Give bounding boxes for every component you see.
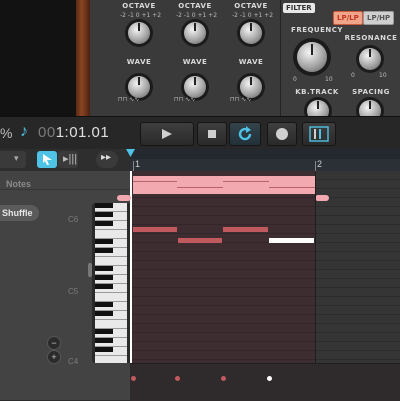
fast-forward-icon: ▸▸ — [101, 152, 112, 163]
octave-scale-1: -2 -1 0 +1 +2 — [120, 12, 162, 19]
loop-button[interactable] — [229, 122, 261, 146]
note[interactable] — [133, 227, 177, 232]
resonance-label: RESONANCE — [344, 34, 398, 42]
kbtrack-knob[interactable] — [307, 100, 329, 116]
ruler-top-strip — [130, 149, 400, 159]
playhead-icon[interactable] — [126, 149, 136, 158]
frequency-knob[interactable] — [297, 42, 327, 72]
wave-label-1: WAVE — [126, 58, 152, 66]
notes-label: Notes — [6, 179, 32, 189]
kbtrack-label: KB.TRACK — [295, 88, 339, 96]
black-keys — [95, 203, 113, 363]
piano-keyboard[interactable] — [88, 203, 130, 363]
frequency-scale-max: 10 — [325, 76, 333, 83]
split-icon: ▸||| — [63, 153, 78, 165]
note[interactable] — [223, 227, 268, 232]
key-label-c6: C6 — [68, 215, 79, 224]
wave-shapes-3: ⊓⊓ ∿∿ — [230, 96, 252, 103]
octave-scale-3: -2 -1 0 +1 +2 — [232, 12, 274, 19]
wave-label-2: WAVE — [182, 58, 208, 66]
octave-label-2: OCTAVE — [178, 2, 212, 10]
oscillator-section: OCTAVE -2 -1 0 +1 +2 WAVE ⊓⊓ ∿∿ OCTAVE -… — [90, 0, 280, 116]
position-display[interactable]: 001:01.01 — [38, 124, 109, 141]
velocity-dot[interactable] — [221, 376, 226, 381]
key-label-c4: C4 — [68, 357, 79, 366]
octave-label-3: OCTAVE — [234, 2, 268, 10]
zoom-out-button[interactable]: − — [47, 336, 61, 350]
frequency-scale-min: 0 — [293, 76, 297, 83]
piano-roll-left-panel: Notes Shuffle C6 C5 C4 − + — [0, 171, 130, 400]
eighth-note-icon[interactable]: ♪ — [20, 123, 28, 141]
velocity-lane[interactable] — [130, 363, 400, 401]
percent-suffix: % — [0, 125, 13, 141]
wave-knob-2[interactable] — [184, 76, 206, 98]
wave-label-3: WAVE — [238, 58, 264, 66]
spacing-label: SPACING — [352, 88, 390, 96]
transport-bar: % ♪ 001:01.01 — [0, 116, 400, 150]
ruler-mark-2: 2 — [317, 159, 323, 169]
velocity-dot[interactable] — [175, 376, 180, 381]
octave-label-1: OCTAVE — [122, 2, 156, 10]
clip-mini-note — [133, 181, 177, 182]
octave-scale-2: -2 -1 0 +1 +2 — [176, 12, 218, 19]
loop-icon — [238, 126, 252, 141]
wave-shapes-1: ⊓⊓ ∿∿ — [118, 96, 140, 103]
plugin-background — [0, 0, 76, 116]
play-icon — [162, 129, 172, 139]
position-dim-digits: 00 — [38, 124, 56, 141]
frequency-label: FREQUENCY — [291, 26, 343, 34]
velocity-dot[interactable] — [131, 376, 136, 381]
wave-knob-3[interactable] — [240, 76, 262, 98]
wood-side-panel — [76, 0, 90, 116]
record-icon — [276, 128, 288, 140]
record-button[interactable] — [267, 122, 297, 146]
keyboard-scroll-handle[interactable] — [88, 263, 92, 277]
bar-tick-1 — [133, 161, 134, 171]
clip-header[interactable] — [133, 176, 315, 194]
timeline-ruler[interactable]: 1 2 — [126, 149, 400, 171]
play-button[interactable] — [140, 122, 194, 146]
octave-knob-1[interactable] — [128, 22, 150, 44]
clip-mini-note — [223, 181, 269, 182]
clip-mini-note — [269, 187, 315, 188]
pointer-icon — [43, 154, 52, 165]
dropdown-button[interactable]: ▾ — [0, 151, 26, 168]
pointer-tool[interactable] — [37, 151, 57, 168]
filter-mode-lplp-button[interactable]: LP/LP — [333, 11, 363, 25]
resonance-knob[interactable] — [359, 48, 381, 70]
key-label-c5: C5 — [68, 287, 79, 296]
filter-tag: FILTER — [283, 3, 315, 13]
resonance-scale-min: 0 — [351, 72, 355, 79]
spacing-knob[interactable] — [359, 100, 381, 116]
clip-end-handle[interactable] — [315, 195, 329, 201]
selected-note[interactable] — [269, 238, 314, 243]
bar-tick-2 — [315, 161, 316, 171]
split-tool[interactable]: ▸||| — [58, 151, 78, 168]
divider — [0, 189, 130, 190]
shuffle-button[interactable]: Shuffle — [0, 205, 39, 221]
stop-icon — [208, 130, 216, 138]
fast-forward-button[interactable]: ▸▸ — [96, 151, 118, 168]
octave-knob-2[interactable] — [184, 22, 206, 44]
clip-start-handle[interactable] — [117, 195, 131, 201]
ruler-mark-1: 1 — [135, 159, 141, 169]
octave-knob-3[interactable] — [240, 22, 262, 44]
note[interactable] — [178, 238, 222, 243]
metronome-button[interactable] — [302, 122, 336, 146]
wave-knob-1[interactable] — [128, 76, 150, 98]
stop-button[interactable] — [197, 122, 227, 146]
chevron-down-icon: ▾ — [14, 153, 19, 163]
metronome-icon — [309, 126, 329, 142]
zoom-in-button[interactable]: + — [47, 350, 61, 364]
filter-section: FILTER LP/LP LP/HP FREQUENCY 0 10 RESONA… — [280, 0, 400, 116]
position-value: 1:01.01 — [55, 124, 110, 141]
synth-plugin-panel: OCTAVE -2 -1 0 +1 +2 WAVE ⊓⊓ ∿∿ OCTAVE -… — [0, 0, 400, 116]
wave-shapes-2: ⊓⊓ ∿∿ — [174, 96, 196, 103]
clip-mini-note — [177, 187, 223, 188]
filter-mode-lphp-button[interactable]: LP/HP — [363, 11, 395, 25]
resonance-scale-max: 10 — [379, 72, 387, 79]
velocity-dot-selected[interactable] — [267, 376, 272, 381]
